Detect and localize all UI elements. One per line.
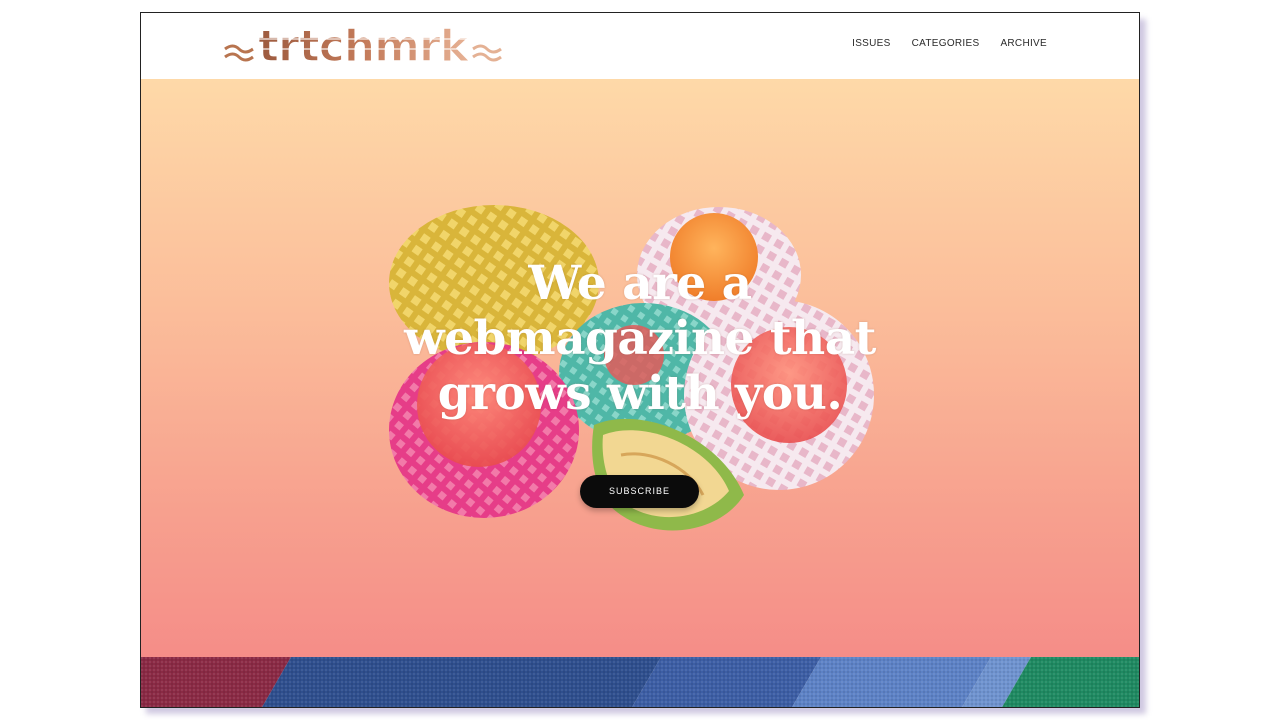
site-header: trtchmrk ISSUES CATEGORIES ARCHIVE xyxy=(141,13,1139,79)
strtchmrk-wordmark-logo: trtchmrk xyxy=(224,20,502,73)
headline-line-3: grows with you. xyxy=(437,366,843,421)
nav-item-archive[interactable]: ARCHIVE xyxy=(1000,38,1047,49)
site-logo[interactable]: trtchmrk xyxy=(223,19,503,73)
hero-section: We are a webmagazine that grows with you… xyxy=(141,79,1139,657)
headline-line-2: webmagazine that xyxy=(404,311,876,366)
subscribe-button[interactable]: SUBSCRIBE xyxy=(580,475,699,508)
browser-page-frame: trtchmrk ISSUES CATEGORIES ARCHIVE We ar… xyxy=(140,12,1140,708)
main-nav: ISSUES CATEGORIES ARCHIVE xyxy=(852,38,1047,49)
striped-fabric-image xyxy=(141,657,1139,707)
nav-item-issues[interactable]: ISSUES xyxy=(852,38,890,49)
hero-headline: We are a webmagazine that grows with you… xyxy=(340,256,940,421)
headline-line-1: We are a xyxy=(528,256,752,311)
nav-item-categories[interactable]: CATEGORIES xyxy=(912,38,980,49)
svg-text:trtchmrk: trtchmrk xyxy=(258,21,471,72)
